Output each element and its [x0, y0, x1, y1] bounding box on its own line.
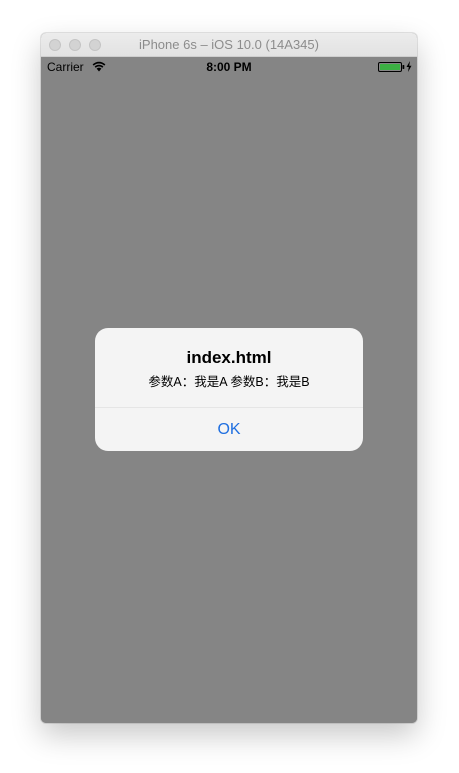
charging-icon: [406, 61, 412, 72]
alert-dialog: index.html 参数A：我是A 参数B：我是B OK: [95, 328, 363, 451]
status-bar: Carrier 8:00 PM: [41, 57, 417, 77]
ok-button[interactable]: OK: [95, 408, 363, 451]
alert-title: index.html: [186, 348, 272, 367]
alert-message: 参数A：我是A 参数B：我是B: [148, 375, 310, 389]
status-time: 8:00 PM: [206, 60, 252, 74]
simulator-window: iPhone 6s – iOS 10.0 (14A345) Carrier 8:…: [41, 33, 417, 723]
window-titlebar: iPhone 6s – iOS 10.0 (14A345): [41, 33, 417, 57]
window-title: iPhone 6s – iOS 10.0 (14A345): [139, 37, 319, 52]
battery-icon: [378, 62, 405, 72]
device-screen: Carrier 8:00 PM index.html 参数A：我是A 参数B：我…: [41, 57, 417, 723]
